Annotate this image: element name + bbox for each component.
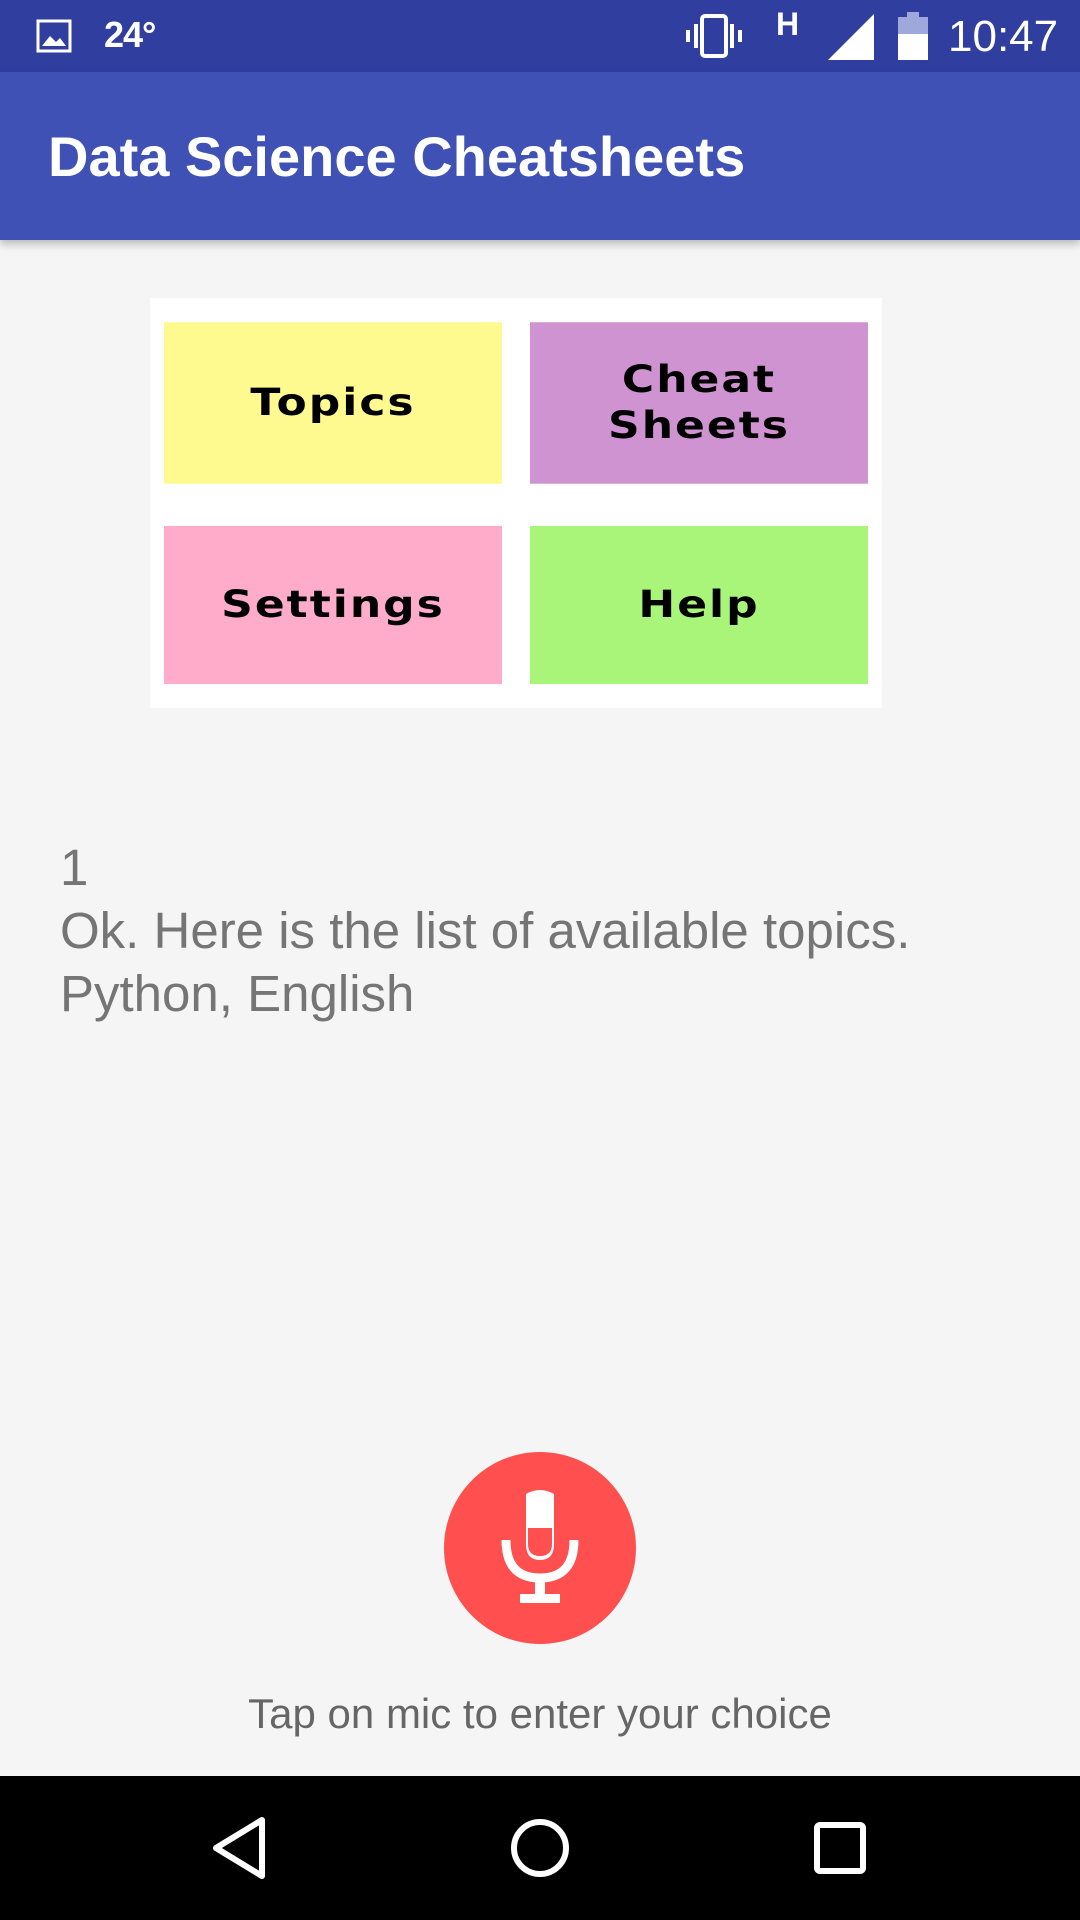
home-icon bbox=[511, 1819, 569, 1877]
tile-settings: Settings bbox=[164, 525, 502, 685]
app-bar: Data Science Cheatsheets bbox=[0, 72, 1080, 240]
recents-icon bbox=[814, 1822, 866, 1874]
tile-topics: Topics bbox=[164, 322, 502, 484]
result-line-message: Ok. Here is the list of available topics… bbox=[60, 902, 911, 959]
result-line-topics: Python, English bbox=[60, 965, 415, 1022]
home-button[interactable] bbox=[498, 1806, 582, 1890]
menu-image: Topics Cheat Sheets Settings Help bbox=[150, 298, 882, 708]
signal-icon bbox=[828, 14, 874, 60]
temperature: 24° bbox=[104, 14, 156, 55]
gallery-notification-icon bbox=[36, 19, 72, 53]
app-title: Data Science Cheatsheets bbox=[48, 125, 746, 188]
microphone-icon bbox=[501, 1490, 579, 1603]
clock: 10:47 bbox=[948, 12, 1059, 61]
result-text: 1 Ok. Here is the list of available topi… bbox=[60, 836, 1040, 1025]
result-line-number: 1 bbox=[60, 839, 89, 896]
network-type: H bbox=[776, 6, 800, 42]
mic-button[interactable] bbox=[444, 1452, 636, 1644]
status-bar: 24° H 10:47 bbox=[0, 0, 1080, 72]
tile-cheat-sheets-label: Cheat Sheets bbox=[608, 357, 790, 448]
vibrate-icon bbox=[686, 14, 742, 58]
tile-help: Help bbox=[530, 525, 868, 685]
back-icon bbox=[213, 1817, 265, 1879]
recents-button[interactable] bbox=[798, 1806, 882, 1890]
tile-cheat-sheets: Cheat Sheets bbox=[530, 322, 868, 484]
back-button[interactable] bbox=[198, 1806, 282, 1890]
battery-icon bbox=[898, 12, 928, 60]
mic-hint: Tap on mic to enter your choice bbox=[248, 1690, 832, 1737]
navigation-bar bbox=[0, 1776, 1080, 1920]
